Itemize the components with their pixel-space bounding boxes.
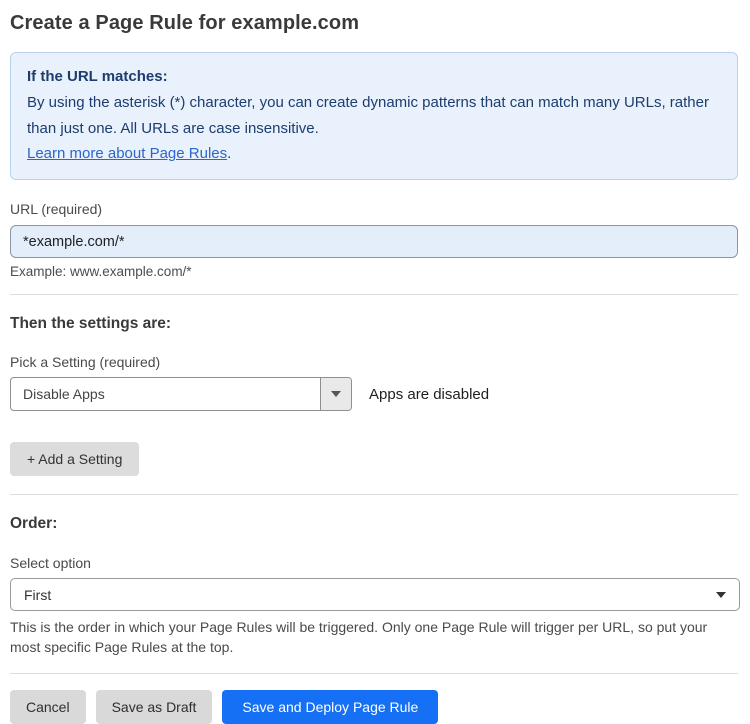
page-rule-form: Create a Page Rule for example.com If th…	[0, 0, 750, 724]
info-heading: If the URL matches:	[27, 68, 168, 85]
learn-more-link[interactable]: Learn more about Page Rules	[27, 145, 227, 162]
url-field-label: URL (required)	[10, 201, 103, 218]
url-input[interactable]	[10, 225, 738, 259]
footer-actions: Cancel Save as Draft Save and Deploy Pag…	[10, 689, 738, 724]
order-select-label: Select option	[10, 555, 91, 572]
url-match-info-callout: If the URL matches: By using the asteris…	[10, 52, 738, 181]
save-and-deploy-button[interactable]: Save and Deploy Page Rule	[222, 689, 439, 724]
setting-status-text: Apps are disabled	[369, 385, 490, 403]
order-section-heading: Order:	[10, 515, 58, 533]
info-link-line: Learn more about Page Rules.	[27, 141, 721, 167]
link-suffix: .	[227, 145, 232, 163]
url-example-helper: Example: www.example.com/*	[10, 264, 192, 280]
cancel-button[interactable]: Cancel	[10, 689, 86, 724]
caret-down-icon	[331, 391, 341, 398]
section-divider	[10, 672, 738, 674]
section-divider	[10, 294, 738, 296]
setting-picker-label: Pick a Setting (required)	[10, 354, 161, 371]
order-select[interactable]: First	[10, 578, 740, 612]
setting-select-arrow-button[interactable]	[320, 378, 351, 411]
order-select-value: First	[24, 586, 52, 603]
setting-row: Disable Apps Apps are disabled	[10, 377, 738, 412]
setting-select-value: Disable Apps	[23, 386, 105, 403]
page-title: Create a Page Rule for example.com	[10, 12, 360, 34]
order-helper-text: This is the order in which your Page Rul…	[10, 619, 708, 656]
section-divider	[10, 494, 738, 496]
info-body: By using the asterisk (*) character, you…	[27, 93, 709, 137]
caret-down-icon	[716, 591, 726, 598]
settings-section-heading: Then the settings are:	[10, 315, 172, 333]
save-as-draft-button[interactable]: Save as Draft	[95, 689, 213, 724]
add-setting-button[interactable]: + Add a Setting	[10, 442, 140, 477]
setting-select[interactable]: Disable Apps	[10, 377, 352, 412]
